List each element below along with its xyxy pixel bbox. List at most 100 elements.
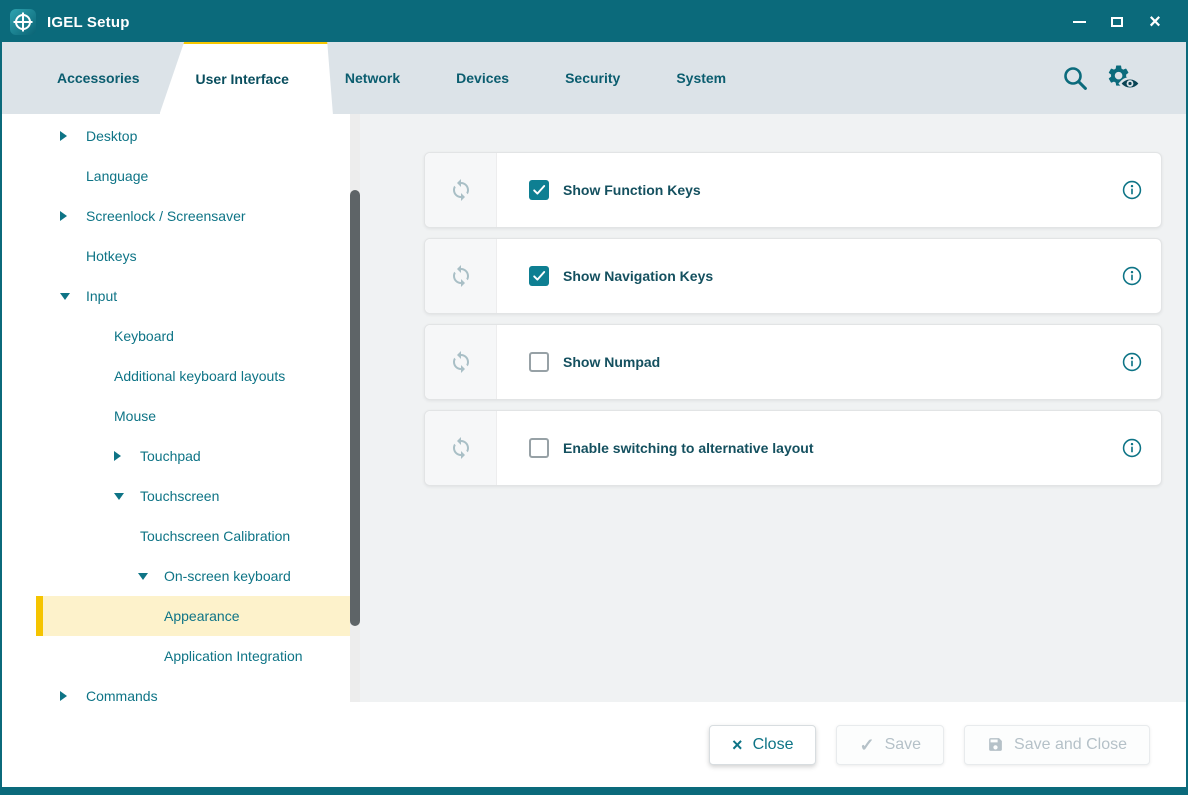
sidebar-item-additional-keyboard-layouts[interactable]: Additional keyboard layouts xyxy=(2,356,360,396)
tree-item-label: On-screen keyboard xyxy=(164,568,291,584)
sidebar-item-application-integration[interactable]: Application Integration xyxy=(2,636,360,676)
tree-arrow-icon[interactable] xyxy=(114,476,140,516)
setting-card-show-numpad: Show Numpad xyxy=(424,324,1162,400)
tab-user-interface[interactable]: User Interface xyxy=(160,38,333,114)
sidebar-item-mouse[interactable]: Mouse xyxy=(2,396,360,436)
maximize-icon xyxy=(1111,17,1123,27)
tree-item-label: Additional keyboard layouts xyxy=(114,368,285,384)
tree-item-label: Screenlock / Screensaver xyxy=(86,208,246,224)
sidebar-item-commands[interactable]: Commands xyxy=(2,676,360,702)
tree-arrow-icon[interactable] xyxy=(60,676,86,702)
setting-label: Show Numpad xyxy=(563,354,660,370)
sidebar-item-desktop[interactable]: Desktop xyxy=(2,116,360,156)
tab-label: Accessories xyxy=(57,70,140,86)
tab-list: Accessories User Interface Network Devic… xyxy=(29,42,754,114)
close-button[interactable]: × Close xyxy=(709,725,816,765)
minimize-icon xyxy=(1073,21,1086,23)
sidebar-item-keyboard[interactable]: Keyboard xyxy=(2,316,360,356)
tab-network[interactable]: Network xyxy=(317,42,428,114)
reset-parameter-icon[interactable] xyxy=(425,325,497,399)
sidebar-item-appearance[interactable]: Appearance xyxy=(2,596,360,636)
window-controls: × xyxy=(1064,7,1186,37)
sidebar-item-touchpad[interactable]: Touchpad xyxy=(2,436,360,476)
setting-label: Show Navigation Keys xyxy=(563,268,713,284)
setting-checkbox[interactable] xyxy=(529,266,549,286)
close-x-icon: × xyxy=(732,736,743,754)
info-icon[interactable] xyxy=(1121,437,1143,459)
sidebar-item-input[interactable]: Input xyxy=(2,276,360,316)
sidebar-item-touchscreen-calibration[interactable]: Touchscreen Calibration xyxy=(2,516,360,556)
tree-item-label: Input xyxy=(86,288,117,304)
tab-label: System xyxy=(676,70,726,86)
sidebar-item-touchscreen[interactable]: Touchscreen xyxy=(2,476,360,516)
window-bottom-accent xyxy=(2,787,1186,793)
tree-item-label: Touchscreen xyxy=(140,488,219,504)
tree-item-label: Hotkeys xyxy=(86,248,137,264)
tree-arrow-icon[interactable] xyxy=(60,276,86,316)
tree-item-label: Desktop xyxy=(86,128,137,144)
search-icon[interactable] xyxy=(1060,63,1090,93)
setting-checkbox[interactable] xyxy=(529,438,549,458)
sidebar-item-on-screen-keyboard[interactable]: On-screen keyboard xyxy=(2,556,360,596)
setting-card-show-function-keys: Show Function Keys xyxy=(424,152,1162,228)
tree-arrow-icon[interactable] xyxy=(60,116,86,156)
minimize-button[interactable] xyxy=(1064,7,1094,37)
setting-card-enable-switching-to-alternative-layout: Enable switching to alternative layout xyxy=(424,410,1162,486)
reset-parameter-icon[interactable] xyxy=(425,239,497,313)
setting-label: Show Function Keys xyxy=(563,182,701,198)
save-button[interactable]: ✓ Save xyxy=(836,725,944,765)
sidebar-item-language[interactable]: Language xyxy=(2,156,360,196)
tree-item-label: Keyboard xyxy=(114,328,174,344)
tab-accessories[interactable]: Accessories xyxy=(29,42,168,114)
sidebar-scrollbar-thumb[interactable] xyxy=(350,190,360,626)
titlebar: IGEL Setup × xyxy=(2,2,1186,42)
tree-item-label: Commands xyxy=(86,688,158,702)
tab-label: Network xyxy=(345,70,400,86)
tree-arrow-icon[interactable] xyxy=(114,436,140,476)
tab-system[interactable]: System xyxy=(648,42,754,114)
tree-arrow-icon[interactable] xyxy=(138,556,164,596)
gear-eye-icon[interactable] xyxy=(1106,63,1142,93)
tree-item-label: Application Integration xyxy=(164,648,303,664)
reset-parameter-icon[interactable] xyxy=(425,153,497,227)
igel-logo-icon xyxy=(10,9,36,35)
sidebar-item-screenlock-screensaver[interactable]: Screenlock / Screensaver xyxy=(2,196,360,236)
maximize-button[interactable] xyxy=(1102,7,1132,37)
tree-item-label: Language xyxy=(86,168,148,184)
reset-parameter-icon[interactable] xyxy=(425,411,497,485)
content-area: Desktop Language Screenlock / Screensave… xyxy=(2,114,1186,702)
setting-card-show-navigation-keys: Show Navigation Keys xyxy=(424,238,1162,314)
info-icon[interactable] xyxy=(1121,179,1143,201)
settings-list: Show Function Keys Show Navigation Keys xyxy=(360,114,1186,486)
tab-label: User Interface xyxy=(196,71,289,87)
main-panel: Show Function Keys Show Navigation Keys xyxy=(360,114,1186,702)
window-title: IGEL Setup xyxy=(47,14,130,31)
close-button-label: Close xyxy=(753,736,794,754)
save-button-label: Save xyxy=(885,736,921,754)
tree-item-label: Touchscreen Calibration xyxy=(140,528,290,544)
setting-checkbox[interactable] xyxy=(529,352,549,372)
igel-setup-window: IGEL Setup × Accessories User Interface … xyxy=(0,0,1188,795)
setting-checkbox[interactable] xyxy=(529,180,549,200)
sidebar-tree: Desktop Language Screenlock / Screensave… xyxy=(2,114,360,702)
close-window-button[interactable]: × xyxy=(1140,7,1170,37)
tab-security[interactable]: Security xyxy=(537,42,648,114)
sidebar: Desktop Language Screenlock / Screensave… xyxy=(2,114,360,702)
tab-label: Security xyxy=(565,70,620,86)
close-icon: × xyxy=(1149,12,1161,32)
info-icon[interactable] xyxy=(1121,265,1143,287)
sidebar-item-hotkeys[interactable]: Hotkeys xyxy=(2,236,360,276)
tab-bar: Accessories User Interface Network Devic… xyxy=(2,42,1186,114)
setting-label: Enable switching to alternative layout xyxy=(563,440,814,456)
tree-item-label: Appearance xyxy=(164,608,240,624)
footer: × Close ✓ Save Save and Close xyxy=(2,702,1186,787)
save-and-close-button-label: Save and Close xyxy=(1014,736,1127,754)
tree-arrow-icon[interactable] xyxy=(60,196,86,236)
tree-item-label: Touchpad xyxy=(140,448,201,464)
check-icon: ✓ xyxy=(859,736,874,754)
floppy-icon xyxy=(987,736,1004,753)
tab-label: Devices xyxy=(456,70,509,86)
save-and-close-button[interactable]: Save and Close xyxy=(964,725,1150,765)
info-icon[interactable] xyxy=(1121,351,1143,373)
tab-devices[interactable]: Devices xyxy=(428,42,537,114)
